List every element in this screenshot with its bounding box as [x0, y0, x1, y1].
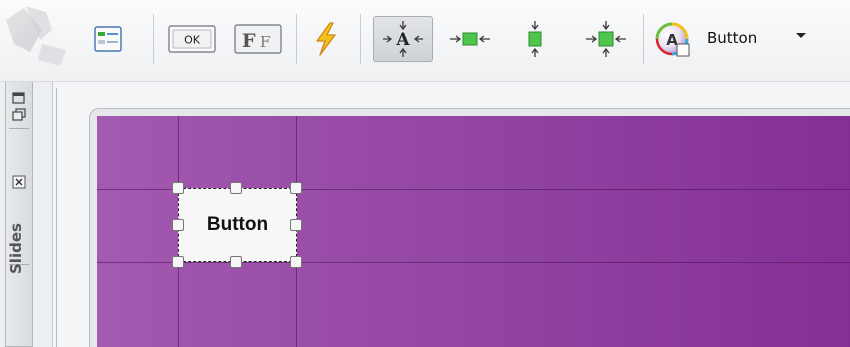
button-widget-label: Button: [206, 214, 269, 235]
app-logo-icon: [6, 6, 66, 66]
center-text-label: A: [395, 30, 410, 50]
svg-text:F: F: [260, 33, 270, 51]
resize-handle-sw[interactable]: [172, 256, 184, 268]
layout-panel-button[interactable]: [90, 20, 126, 58]
ok-button-label: OK: [184, 34, 201, 47]
resize-handle-ne[interactable]: [290, 182, 302, 194]
slides-tab-label: Slides: [7, 223, 25, 275]
center-both-icon: [586, 21, 626, 57]
align-horizontal-button[interactable]: [446, 20, 494, 58]
align-vertical-button[interactable]: [520, 20, 550, 58]
resize-handle-se[interactable]: [290, 256, 302, 268]
center-vertical-icon: [528, 21, 542, 57]
chevron-down-icon[interactable]: [796, 33, 806, 38]
style-palette-icon: A: [655, 22, 690, 57]
svg-text:F: F: [242, 30, 256, 52]
button-widget[interactable]: Button: [178, 188, 297, 262]
align-center-button[interactable]: [582, 20, 630, 58]
grid-line: [97, 262, 850, 263]
center-text-icon: A: [383, 21, 423, 57]
align-center-both-button[interactable]: A: [373, 16, 433, 62]
font-letters-icon: F F: [234, 24, 282, 54]
resize-handle-s[interactable]: [230, 256, 242, 268]
events-button[interactable]: [306, 20, 346, 58]
resize-handle-n[interactable]: [230, 182, 242, 194]
close-icon[interactable]: [12, 175, 26, 189]
list-panel-icon: [94, 26, 122, 52]
resize-handle-nw[interactable]: [172, 182, 184, 194]
resize-handle-w[interactable]: [172, 219, 184, 231]
ok-button[interactable]: OK: [166, 20, 218, 58]
ok-button-icon: OK: [168, 25, 216, 53]
center-horizontal-icon: [450, 32, 490, 46]
style-icon-letter: A: [666, 31, 678, 49]
lightning-icon: [316, 22, 336, 56]
style-combo-label: Button: [707, 29, 758, 47]
restore-window-icon[interactable]: [11, 92, 27, 122]
resize-handle-e[interactable]: [290, 219, 302, 231]
font-style-button[interactable]: F F: [232, 20, 284, 58]
toolbar: OK F F A A Button: [0, 0, 850, 82]
